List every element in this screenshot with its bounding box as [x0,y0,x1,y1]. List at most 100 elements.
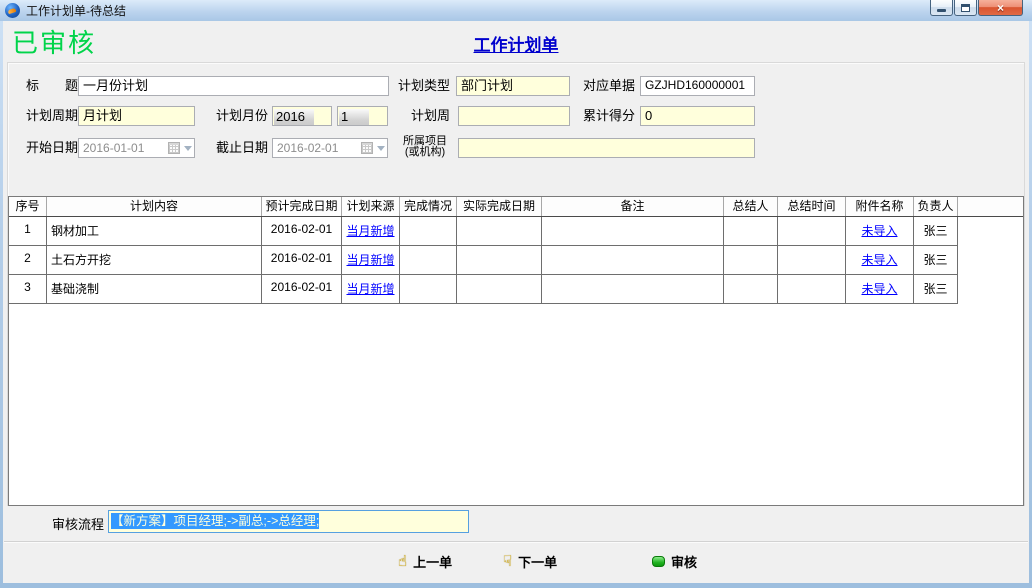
title-label: 标 题 [26,76,78,96]
total-score-label: 累计得分 [583,106,635,126]
cell-actual-date [457,275,542,304]
cell-owner: 张三 [914,217,958,246]
plan-year-value: 2016 [274,109,314,125]
plan-type-field[interactable]: 部门计划 [456,76,570,96]
attachment-link[interactable]: 未导入 [861,282,897,296]
approve-button[interactable]: 审核 [652,550,697,572]
minimize-button[interactable] [930,0,953,16]
col-header-owner[interactable]: 负责人 [914,197,958,216]
col-header-summary-time[interactable]: 总结时间 [778,197,846,216]
cell-owner: 张三 [914,275,958,304]
plan-month-value: 1 [339,109,369,125]
plan-table: 序号 计划内容 预计完成日期 计划来源 完成情况 实际完成日期 备注 总结人 总… [8,196,1024,506]
review-flow-input[interactable]: 【新方案】项目经理;->副总;->总经理; [108,510,469,533]
table-row[interactable]: 3 基础浇制 2016-02-01 当月新增 未导入 张三 [9,275,1023,304]
cell-expected-date: 2016-02-01 [262,275,342,304]
cell-source: 当月新增 [342,275,400,304]
cell-summary-time [778,217,846,246]
start-date-value: 2016-01-01 [83,140,168,157]
col-header-expected-date[interactable]: 预计完成日期 [262,197,342,216]
plan-month-spinner[interactable]: 1 [337,106,388,126]
col-header-status[interactable]: 完成情况 [400,197,457,216]
cell-filler [958,217,1023,246]
table-row[interactable]: 1 钢材加工 2016-02-01 当月新增 未导入 张三 [9,217,1023,246]
prev-doc-label: 上一单 [413,552,452,571]
start-date-field[interactable]: 2016-01-01 [78,138,195,158]
next-doc-button[interactable]: ☟ 下一单 [503,550,557,572]
col-header-summarizer[interactable]: 总结人 [724,197,778,216]
cell-status [400,275,457,304]
col-header-attachment[interactable]: 附件名称 [846,197,914,216]
table-row[interactable]: 2 土石方开挖 2016-02-01 当月新增 未导入 张三 [9,246,1023,275]
attachment-link[interactable]: 未导入 [861,253,897,267]
cell-status [400,217,457,246]
title-bar[interactable]: 工作计划单-待总结 [0,0,1032,21]
close-icon: × [997,1,1004,15]
end-date-value: 2016-02-01 [277,140,361,157]
app-window: 工作计划单-待总结 × 已审核 工作计划单 标 题 一月份计划 计划类型 部门计… [0,0,1032,588]
button-bar-separator [4,541,1028,543]
start-date-label: 开始日期 [26,138,78,158]
source-link[interactable]: 当月新增 [346,224,394,238]
cell-summarizer [724,217,778,246]
maximize-icon [961,4,970,12]
review-flow-label: 审核流程 [52,514,104,533]
calendar-icon [361,142,373,154]
table-header-row: 序号 计划内容 预计完成日期 计划来源 完成情况 实际完成日期 备注 总结人 总… [9,197,1023,217]
ref-doc-field[interactable]: GZJHD160000001 [640,76,755,96]
plan-week-field[interactable] [458,106,570,126]
cell-attachment: 未导入 [846,246,914,275]
next-doc-label: 下一单 [518,552,557,571]
col-header-remark[interactable]: 备注 [542,197,724,216]
cell-owner: 张三 [914,246,958,275]
review-flow-selected-text: 【新方案】项目经理;->副总;->总经理; [111,513,319,529]
col-header-actual-date[interactable]: 实际完成日期 [457,197,542,216]
cell-content: 基础浇制 [47,275,262,304]
plan-month-label: 计划月份 [216,106,268,126]
project-label-line2: (或机构) [405,146,445,158]
project-label: 所属项目 (或机构) [396,136,454,158]
cell-filler [958,275,1023,304]
chevron-down-icon[interactable] [184,146,192,151]
hand-down-icon: ☟ [503,554,512,569]
end-date-field[interactable]: 2016-02-01 [272,138,388,158]
cell-remark [542,275,724,304]
minimize-icon [937,9,946,12]
plan-cycle-label: 计划周期 [26,106,78,126]
ref-doc-label: 对应单据 [583,76,635,96]
cell-summary-time [778,246,846,275]
window-title: 工作计划单-待总结 [26,2,126,19]
cell-summarizer [724,275,778,304]
cell-actual-date [457,246,542,275]
calendar-icon [168,142,180,154]
hand-up-icon: ☝ [398,554,407,569]
plan-year-spinner[interactable]: 2016 [272,106,332,126]
plan-cycle-field[interactable]: 月计划 [78,106,195,126]
attachment-link[interactable]: 未导入 [861,224,897,238]
close-button[interactable]: × [978,0,1023,16]
green-led-icon [652,556,665,567]
title-field[interactable]: 一月份计划 [78,76,389,96]
cell-content: 土石方开挖 [47,246,262,275]
cell-status [400,246,457,275]
chevron-down-icon[interactable] [377,146,385,151]
project-field[interactable] [458,138,755,158]
col-header-no[interactable]: 序号 [9,197,47,216]
plan-type-label: 计划类型 [398,76,450,96]
prev-doc-button[interactable]: ☝ 上一单 [398,550,452,572]
cell-summarizer [724,246,778,275]
cell-remark [542,246,724,275]
cell-no: 2 [9,246,47,275]
cell-no: 3 [9,275,47,304]
total-score-field[interactable]: 0 [640,106,755,126]
col-header-content[interactable]: 计划内容 [47,197,262,216]
maximize-button[interactable] [954,0,977,16]
plan-week-label: 计划周 [398,106,450,126]
cell-expected-date: 2016-02-01 [262,246,342,275]
window-controls: × [929,0,1023,16]
source-link[interactable]: 当月新增 [346,282,394,296]
col-header-source[interactable]: 计划来源 [342,197,400,216]
app-icon [5,3,20,18]
col-header-filler [958,197,1023,216]
source-link[interactable]: 当月新增 [346,253,394,267]
